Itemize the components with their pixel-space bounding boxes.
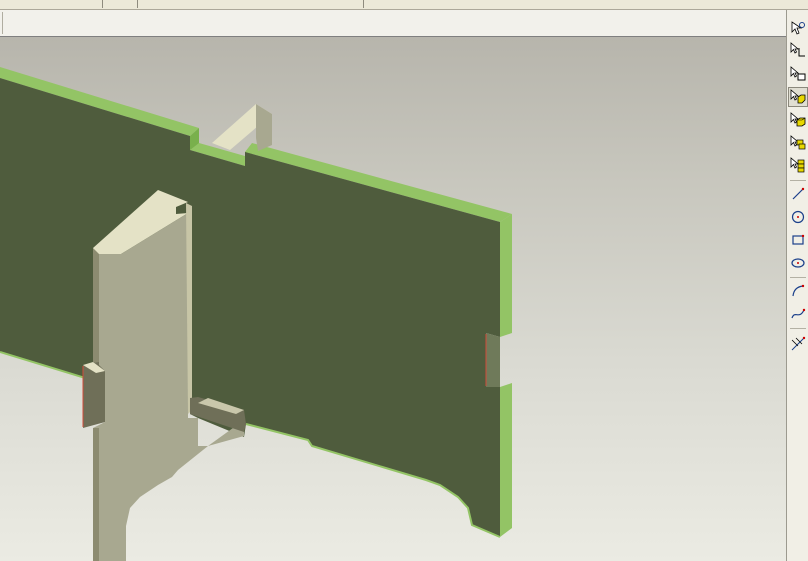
3d-viewport[interactable]: [0, 37, 786, 561]
circle-icon[interactable]: [788, 207, 808, 227]
toolbar-separator: [790, 277, 806, 278]
window-top-strip: [0, 0, 808, 10]
face-select-icon[interactable]: [788, 64, 808, 84]
model-render: [0, 67, 512, 561]
part-select-icon[interactable]: [788, 110, 808, 130]
assembly-select-icon[interactable]: [788, 155, 808, 175]
arc-icon[interactable]: [788, 281, 808, 301]
spline-icon[interactable]: [788, 304, 808, 324]
top-strip-segment: [138, 0, 364, 8]
rectangle-icon[interactable]: [788, 230, 808, 250]
green-panel-right-edge: [500, 214, 512, 337]
tan-panel-left-lower-side: [93, 428, 99, 561]
edge-select-icon[interactable]: [788, 40, 808, 60]
solid-select-icon[interactable]: [788, 87, 808, 107]
ellipse-icon[interactable]: [788, 253, 808, 273]
right-toolbar: [786, 10, 808, 561]
dimension-icon[interactable]: [788, 334, 808, 354]
top-strip-segment: [103, 0, 138, 8]
toolbar-separator: [790, 328, 806, 329]
tan-panel-left-side: [93, 248, 99, 365]
green-panel-right-edge: [500, 383, 512, 537]
component-select-icon[interactable]: [788, 133, 808, 153]
rear-tan-tab-side: [256, 104, 272, 151]
point-select-icon[interactable]: [788, 18, 808, 38]
green-panel-side-notch: [486, 333, 500, 387]
toolbar-separator: [790, 180, 806, 181]
top-strip-segment: [0, 0, 103, 8]
toolbar-area: [0, 10, 808, 37]
line-icon[interactable]: [788, 184, 808, 204]
tan-panel-notch-block: [83, 362, 105, 428]
toolbar-separator: [2, 12, 3, 34]
